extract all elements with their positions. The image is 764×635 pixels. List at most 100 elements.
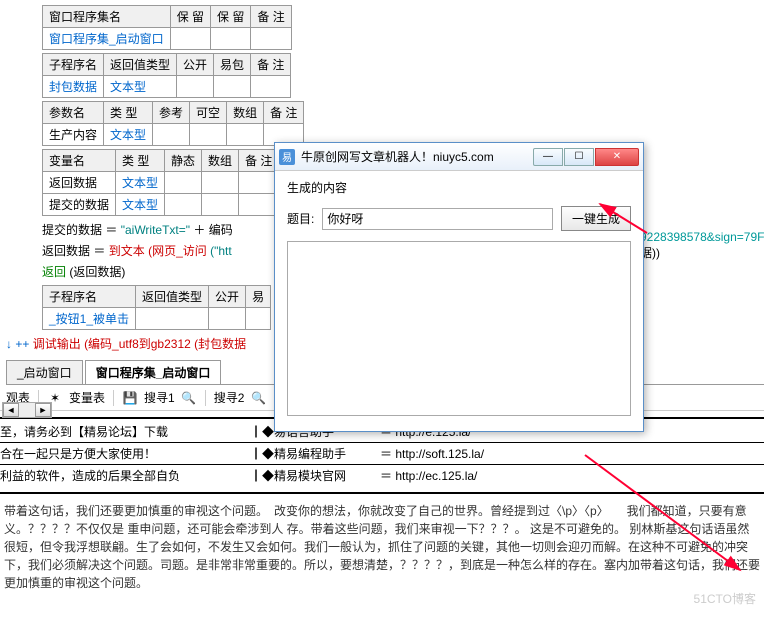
table-subroutine-1: 子程序名 返回值类型 公开 易包 备 注 封包数据 文本型 [42,53,291,98]
tb-item[interactable]: 搜寻2 [214,389,245,406]
ref-text: 合在一起只是方便大家使用！ [0,445,250,462]
cell [177,76,214,98]
th: 数组 [202,150,239,172]
args: (返回数据) [69,265,125,279]
th: 子程序名 [43,286,136,308]
table-row: 窗口程序集_启动窗口 [43,28,292,50]
minimize-button[interactable]: — [533,148,563,166]
string: ("htt [210,244,232,258]
separator [205,390,206,406]
cell [214,76,251,98]
cell[interactable]: 窗口程序集_启动窗口 [43,28,171,50]
th: 备 注 [239,150,279,172]
cell[interactable]: 文本型 [104,76,177,98]
cell[interactable]: 返回数据 [43,172,116,194]
save-icon[interactable]: 💾 [122,390,138,406]
maximize-button[interactable]: ☐ [564,148,594,166]
th: 公开 [177,54,214,76]
watermark: 51CTO博客 [694,590,756,607]
cell [251,76,291,98]
dialog-body: 生成的内容 题目: 一键生成 [275,171,643,424]
fn: (网页_访问 [148,244,207,258]
table-params: 参数名 类 型 参考 可空 数组 备 注 生产内容 文本型 [42,101,304,146]
table-row: 提交的数据 文本型 [43,194,279,216]
th: 窗口程序集名 [43,6,171,28]
th: 保 留 [211,6,251,28]
fn: 调试输出 [33,337,81,351]
tail: 据)) [640,244,764,261]
ref-url: ＝ http://ec.125.la/ [380,467,764,484]
th: 返回值类型 [136,286,209,308]
op: ＝ [93,244,105,258]
output-label: 生成的内容 [287,179,631,196]
topic-label: 题目: [287,210,314,227]
cell[interactable]: 生产内容 [43,124,104,146]
var: 编码 [209,223,233,237]
search-icon[interactable]: 🔍 [181,390,197,406]
cell [170,28,210,50]
horizontal-scrollbar[interactable]: ◄ ► [2,402,52,418]
cell[interactable]: 文本型 [104,124,153,146]
fn: 到文本 [109,244,145,258]
scroll-left-icon[interactable]: ◄ [3,403,19,417]
cell [165,172,202,194]
th: 易包 [214,54,251,76]
th: 备 注 [251,54,291,76]
tab-start-window[interactable]: _启动窗口 [6,360,83,384]
tb-item[interactable]: 变量表 [69,389,105,406]
th: 子程序名 [43,54,104,76]
th: 备 注 [251,6,291,28]
dialog-article-bot: 易 牛原创网写文章机器人！niuyc5.com — ☐ ✕ 生成的内容 题目: … [274,142,644,432]
op: ＝ [105,223,117,237]
var: 提交的数据 [42,223,102,237]
ref-text: 利益的软件，造成的后果全部自负 [0,467,250,484]
cell [239,172,279,194]
table-window-set: 窗口程序集名 保 留 保 留 备 注 窗口程序集_启动窗口 [42,5,292,50]
kw: 返回 [42,265,66,279]
cell [209,308,246,330]
tab-window-set[interactable]: 窗口程序集_启动窗口 [85,360,222,384]
cell[interactable]: 文本型 [116,194,165,216]
gutter-mark: ↓ ++ [6,337,29,351]
th: 可空 [190,102,227,124]
generated-text: 带着这句话，我们还要更加慎重的审视这个问题。 改变你的想法，你就改变了自己的世界… [0,496,764,598]
cell [202,194,239,216]
th: 公开 [209,286,246,308]
close-button[interactable]: ✕ [595,148,639,166]
ref-text: 至，请务必到【精易论坛】下载 [0,423,250,440]
th: 返回值类型 [104,54,177,76]
table-subroutine-2: 子程序名 返回值类型 公开 易 _按钮1_被单击 [42,285,271,330]
cell[interactable]: 封包数据 [43,76,104,98]
ref-line: 合在一起只是方便大家使用！ ┃◆精易编程助手 ＝ http://soft.125… [0,443,764,464]
generate-button[interactable]: 一键生成 [561,206,631,231]
cell [251,28,291,50]
cell[interactable]: 文本型 [116,172,165,194]
cell[interactable]: _按钮1_被单击 [43,308,136,330]
dialog-titlebar[interactable]: 易 牛原创网写文章机器人！niuyc5.com — ☐ ✕ [275,143,643,171]
th: 参数名 [43,102,104,124]
cell [165,194,202,216]
search-icon[interactable]: 🔍 [250,390,266,406]
var: 返回数据 [42,244,90,258]
string: "aiWriteTxt=" [121,223,190,237]
cell [190,124,227,146]
ref-url: ＝ http://soft.125.la/ [380,445,764,462]
th: 备 注 [264,102,304,124]
cell [202,172,239,194]
output-textarea[interactable] [287,241,631,416]
ref-name: ┃◆精易模块官网 [250,467,380,484]
th: 类 型 [104,102,153,124]
table-row: 返回数据 文本型 [43,172,279,194]
dialog-title-text: 牛原创网写文章机器人！niuyc5.com [301,148,532,165]
th: 数组 [227,102,264,124]
cell [136,308,209,330]
cell[interactable]: 提交的数据 [43,194,116,216]
app-icon: 易 [279,149,295,165]
args: (封包数据 [194,337,246,351]
tb-item[interactable]: 搜寻1 [144,389,175,406]
scroll-right-icon[interactable]: ► [35,403,51,417]
cell [153,124,190,146]
th: 保 留 [170,6,210,28]
topic-input[interactable] [322,208,553,230]
cell [246,308,271,330]
